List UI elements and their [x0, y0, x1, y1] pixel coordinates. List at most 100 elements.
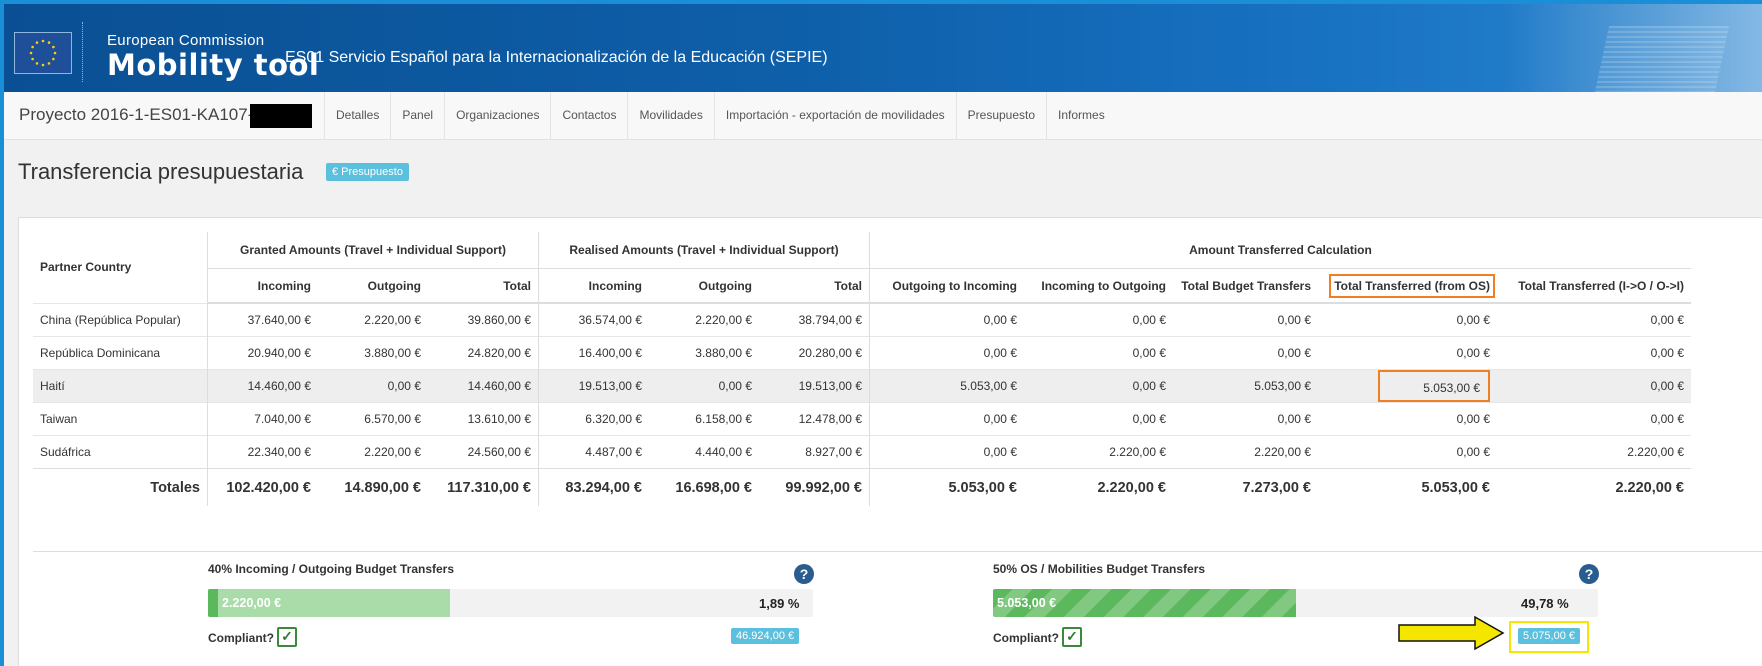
table-cell: 38.794,00 € — [759, 302, 870, 337]
totals-label: Totales — [33, 468, 208, 506]
io-compliant-label: Compliant? — [208, 631, 274, 645]
table-cell: 2.220,00 € — [1173, 435, 1318, 469]
header-amount-transferred: Amount Transferred Calculation — [869, 232, 1691, 269]
total-cell: 5.053,00 € — [1318, 468, 1497, 506]
highlighted-os-value: 5.053,00 € — [1378, 370, 1490, 402]
table-cell: 12.478,00 € — [759, 402, 870, 436]
budget-transfer-table: Partner Country Granted Amounts (Travel … — [33, 232, 1691, 506]
table-cell: 3.880,00 € — [318, 336, 428, 370]
table-cell: 22.340,00 € — [207, 435, 318, 469]
nav-item-movilidades[interactable]: Movilidades — [627, 92, 713, 139]
table-cell: 13.610,00 € — [428, 402, 539, 436]
io-limit-badge: 46.924,00 € — [731, 628, 800, 644]
cell-country: Taiwan — [33, 402, 208, 436]
table-cell: 0,00 € — [1318, 336, 1497, 370]
os-transfers-progress: 5.053,00 € — [993, 589, 1598, 617]
table-cell: 0,00 € — [649, 369, 759, 403]
table-cell: 5.053,00 € — [1173, 369, 1318, 403]
header-granted-amounts: Granted Amounts (Travel + Individual Sup… — [207, 232, 539, 269]
total-cell: 99.992,00 € — [759, 468, 870, 506]
table-cell: 39.860,00 € — [428, 302, 539, 337]
total-cell: 2.220,00 € — [1024, 468, 1173, 506]
table-cell: 19.513,00 € — [538, 369, 649, 403]
table-cell: 6.570,00 € — [318, 402, 428, 436]
table-row: Taiwan 7.040,00 € 6.570,00 € 13.610,00 €… — [33, 402, 1691, 436]
nav-item-contactos[interactable]: Contactos — [550, 92, 627, 139]
table-cell: 20.940,00 € — [207, 336, 318, 370]
presupuesto-badge[interactable]: € Presupuesto — [326, 163, 409, 181]
table-cell: 0,00 € — [1318, 435, 1497, 469]
table-cell: 0,00 € — [1173, 302, 1318, 337]
header-partner-country: Partner Country — [40, 260, 132, 275]
building-graphic — [1594, 26, 1730, 92]
io-transfers-progress-fill: 2.220,00 € — [208, 589, 450, 617]
check-square-icon: ✓ — [1062, 627, 1082, 647]
table-cell: 0,00 € — [318, 369, 428, 403]
table-cell: 14.460,00 € — [207, 369, 318, 403]
table-cell: 0,00 € — [1497, 302, 1691, 337]
table-cell: 0,00 € — [1497, 369, 1691, 403]
agency-name: ES01 Servicio Español para la Internacio… — [285, 49, 828, 66]
eu-flag-icon[interactable] — [14, 32, 72, 74]
nav-item-panel[interactable]: Panel — [390, 92, 444, 139]
col-incoming-to-outgoing: Incoming to Outgoing — [1024, 268, 1173, 304]
col-granted-incoming: Incoming — [207, 268, 318, 304]
table-cell: 14.460,00 € — [428, 369, 539, 403]
table-cell: 2.220,00 € — [649, 302, 759, 337]
table-cell: 20.280,00 € — [759, 336, 870, 370]
col-total-transferred-os-label: Total Transferred (from OS) — [1329, 273, 1495, 298]
io-transfers-progress: 2.220,00 € — [208, 589, 813, 617]
project-navbar: Proyecto 2016-1-ES01-KA107- Detalles Pan… — [4, 92, 1762, 140]
nav-item-informes[interactable]: Informes — [1046, 92, 1116, 139]
table-cell: 0,00 € — [869, 402, 1024, 436]
cell-country: Sudáfrica — [33, 435, 208, 469]
table-cell: 0,00 € — [1173, 402, 1318, 436]
table-cell-highlighted: 5.053,00 € — [1318, 369, 1497, 403]
os-limit-badge: 5.075,00 € — [1518, 628, 1580, 644]
total-cell: 14.890,00 € — [318, 468, 428, 506]
cell-country: Haití — [33, 369, 208, 403]
total-cell: 7.273,00 € — [1173, 468, 1318, 506]
nav-item-presupuesto[interactable]: Presupuesto — [955, 92, 1046, 139]
total-cell: 117.310,00 € — [428, 468, 539, 506]
check-square-icon: ✓ — [277, 627, 297, 647]
col-total-budget-transfers: Total Budget Transfers — [1173, 268, 1318, 304]
table-cell: 0,00 € — [1318, 302, 1497, 337]
project-nav-menu: Detalles Panel Organizaciones Contactos … — [324, 92, 1116, 139]
table-cell: 0,00 € — [1173, 336, 1318, 370]
table-cell: 4.487,00 € — [538, 435, 649, 469]
table-cell: 19.513,00 € — [759, 369, 870, 403]
table-cell: 24.820,00 € — [428, 336, 539, 370]
nav-item-importacion[interactable]: Importación - exportación de movilidades — [713, 92, 956, 139]
table-cell: 2.220,00 € — [318, 435, 428, 469]
budget-transfer-panel: Partner Country Granted Amounts (Travel … — [18, 217, 1762, 666]
header-separator — [82, 22, 83, 82]
table-cell: 7.040,00 € — [207, 402, 318, 436]
table-cell: 36.574,00 € — [538, 302, 649, 337]
col-realised-total: Total — [759, 268, 870, 304]
table-cell: 16.400,00 € — [538, 336, 649, 370]
nav-item-detalles[interactable]: Detalles — [324, 92, 390, 139]
redacted-block — [250, 104, 312, 128]
total-cell: 102.420,00 € — [207, 468, 318, 506]
project-title[interactable]: Proyecto 2016-1-ES01-KA107- — [19, 105, 253, 125]
table-cell: 37.640,00 € — [207, 302, 318, 337]
site-header: European Commission Mobility tool ES01 S… — [4, 4, 1762, 92]
total-cell: 16.698,00 € — [649, 468, 759, 506]
table-cell: 24.560,00 € — [428, 435, 539, 469]
page-title: Transferencia presupuestaria — [18, 159, 304, 184]
yellow-arrow-icon — [1398, 615, 1505, 651]
nav-item-organizaciones[interactable]: Organizaciones — [444, 92, 550, 139]
col-realised-incoming: Incoming — [538, 268, 649, 304]
table-cell: 0,00 € — [1497, 402, 1691, 436]
table-cell: 0,00 € — [1024, 369, 1173, 403]
table-cell: 0,00 € — [1024, 336, 1173, 370]
table-row: República Dominicana 20.940,00 € 3.880,0… — [33, 336, 1691, 370]
question-circle-icon[interactable]: ? — [794, 564, 814, 584]
table-cell: 8.927,00 € — [759, 435, 870, 469]
os-transfers-title: 50% OS / Mobilities Budget Transfers — [993, 562, 1206, 576]
table-row: Sudáfrica 22.340,00 € 2.220,00 € 24.560,… — [33, 435, 1691, 469]
question-circle-icon[interactable]: ? — [1579, 564, 1599, 584]
col-granted-total: Total — [428, 268, 539, 304]
section-divider — [33, 551, 1762, 552]
